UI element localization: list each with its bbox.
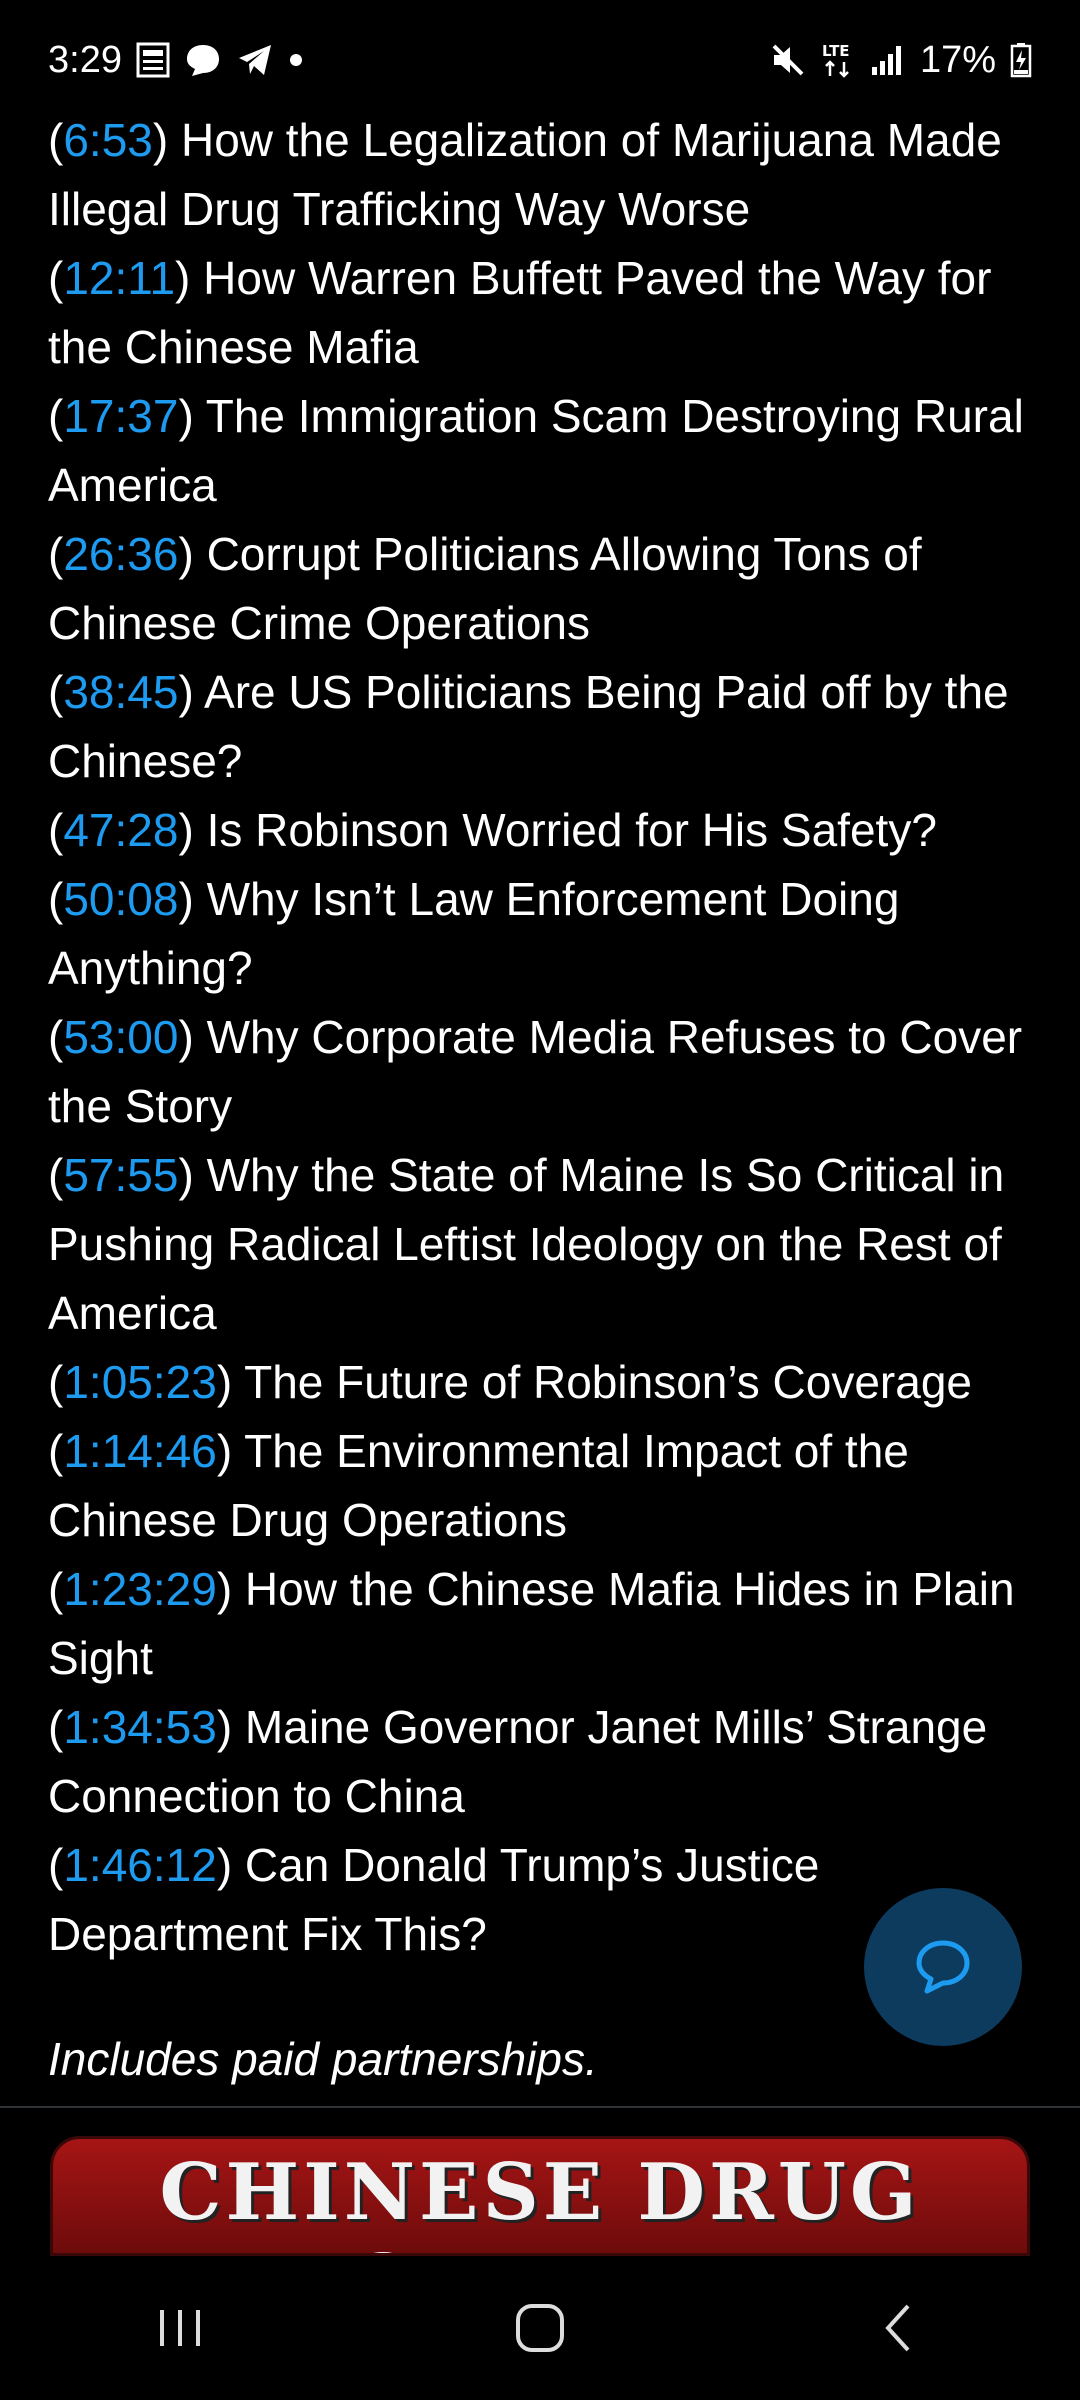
- chapter-item: (38:45) Are US Politicians Being Paid of…: [48, 666, 1009, 787]
- chapter-title: The Immigration Scam Destroying Rural Am…: [48, 390, 1024, 511]
- navigation-bar: [0, 2256, 1080, 2400]
- chapter-title: Why Corporate Media Refuses to Cover the…: [48, 1011, 1023, 1132]
- svg-text:LTE: LTE: [822, 42, 850, 60]
- status-bar: 3:29 LTE 17%: [0, 0, 1080, 120]
- status-right: LTE 17%: [770, 39, 1032, 82]
- chapter-item: (57:55) Why the State of Maine Is So Cri…: [48, 1149, 1005, 1339]
- chapter-timestamp-link[interactable]: 53:00: [63, 1011, 178, 1063]
- chapter-item: (47:28) Is Robinson Worried for His Safe…: [48, 804, 937, 856]
- chapter-item: (1:14:46) The Environmental Impact of th…: [48, 1425, 909, 1546]
- chapter-item: (6:53) How the Legalization of Marijuana…: [48, 114, 1002, 235]
- back-icon: [885, 2304, 910, 2352]
- back-button[interactable]: [840, 2278, 960, 2378]
- chapter-timestamp-link[interactable]: 57:55: [63, 1149, 178, 1201]
- battery-percent: 17%: [919, 38, 996, 81]
- chapter-timestamp-link[interactable]: 47:28: [63, 804, 178, 856]
- mute-icon: [770, 42, 806, 78]
- chapter-timestamp-link[interactable]: 1:14:46: [63, 1425, 216, 1477]
- chapter-title: Why the State of Maine Is So Critical in…: [48, 1149, 1005, 1339]
- chapter-title: Are US Politicians Being Paid off by the…: [48, 666, 1009, 787]
- chapter-item: (53:00) Why Corporate Media Refuses to C…: [48, 1011, 1023, 1132]
- chapter-timestamp-link[interactable]: 50:08: [63, 873, 178, 925]
- paid-partnership-note: Includes paid partnerships.: [48, 2033, 598, 2085]
- chapter-title: Is Robinson Worried for His Safety?: [206, 804, 937, 856]
- home-button[interactable]: [480, 2278, 600, 2378]
- status-time: 3:29: [48, 38, 122, 81]
- chapter-timestamp-link[interactable]: 1:34:53: [63, 1701, 216, 1753]
- reply-icon: [911, 1933, 975, 2002]
- chapter-timestamp-link[interactable]: 6:53: [63, 114, 153, 166]
- status-left: 3:29: [48, 39, 304, 82]
- chapter-title: The Future of Robinson’s Coverage: [244, 1356, 972, 1408]
- chapter-timestamp-link[interactable]: 1:23:29: [63, 1563, 216, 1615]
- chapter-item: (1:05:23) The Future of Robinson’s Cover…: [48, 1356, 972, 1408]
- news-icon: [136, 42, 170, 78]
- chapter-title: How the Legalization of Marijuana Made I…: [48, 114, 1002, 235]
- signal-icon: [870, 43, 906, 77]
- chapter-timestamp-link[interactable]: 1:46:12: [63, 1839, 216, 1891]
- divider: [0, 2106, 1080, 2108]
- chapter-title: Corrupt Politicians Allowing Tons of Chi…: [48, 528, 922, 649]
- recent-apps-icon: [160, 2310, 200, 2346]
- chat-bubble-icon: [184, 42, 222, 78]
- chapter-item: (1:23:29) How the Chinese Mafia Hides in…: [48, 1563, 1015, 1684]
- lte-icon: LTE: [820, 41, 856, 79]
- reply-button[interactable]: [864, 1888, 1022, 2046]
- chapter-item: (17:37) The Immigration Scam Destroying …: [48, 390, 1024, 511]
- chapter-timestamp-link[interactable]: 26:36: [63, 528, 178, 580]
- chapter-item: (1:34:53) Maine Governor Janet Mills’ St…: [48, 1701, 988, 1822]
- chapter-timestamp-link[interactable]: 38:45: [63, 666, 178, 718]
- battery-charging-icon: [1010, 42, 1032, 78]
- telegram-icon: [236, 42, 274, 78]
- chapter-timestamp-link[interactable]: 12:11: [63, 252, 175, 304]
- chapter-title: How Warren Buffett Paved the Way for the…: [48, 252, 992, 373]
- home-icon: [516, 2304, 564, 2352]
- dot-icon: [288, 52, 304, 68]
- chapter-list: (6:53) How the Legalization of Marijuana…: [48, 106, 1038, 1969]
- chapter-item: (50:08) Why Isn’t Law Enforcement Doing …: [48, 873, 900, 994]
- chapter-timestamp-link[interactable]: 17:37: [63, 390, 178, 442]
- recent-apps-button[interactable]: [120, 2278, 240, 2378]
- video-thumbnail[interactable]: CHINESE DRUG CARTEL: [50, 2136, 1030, 2256]
- thumbnail-title: CHINESE DRUG CARTEL: [159, 2147, 921, 2253]
- chapter-item: (12:11) How Warren Buffett Paved the Way…: [48, 252, 992, 373]
- chapter-item: (26:36) Corrupt Politicians Allowing Ton…: [48, 528, 922, 649]
- chapter-timestamp-link[interactable]: 1:05:23: [63, 1356, 216, 1408]
